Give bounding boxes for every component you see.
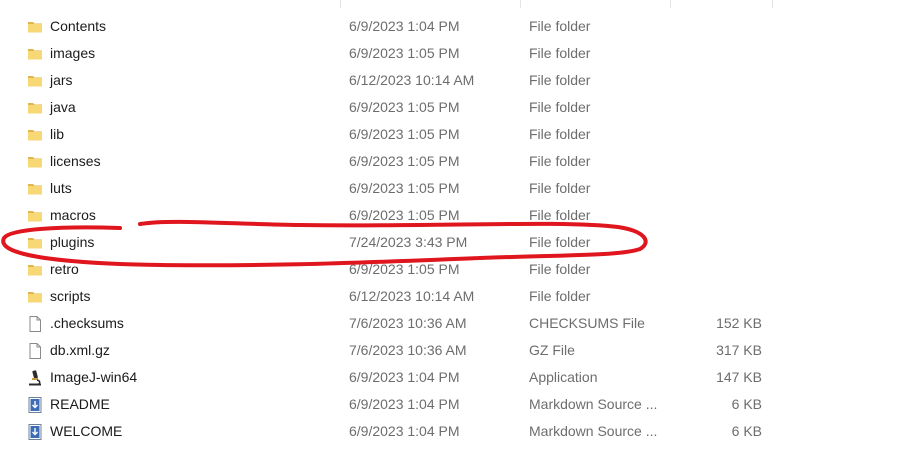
file-type: CHECKSUMS File: [529, 315, 645, 331]
file-date-modified: 6/9/2023 1:05 PM: [349, 126, 460, 142]
file-row[interactable]: java 6/9/2023 1:05 PM File folder: [0, 94, 900, 121]
file-type: File folder: [529, 288, 591, 304]
file-row[interactable]: db.xml.gz 7/6/2023 10:36 AM GZ File 317 KB: [0, 337, 900, 364]
file-icon: [26, 315, 44, 333]
file-date-modified: 6/9/2023 1:05 PM: [349, 207, 460, 223]
file-row[interactable]: macros 6/9/2023 1:05 PM File folder: [0, 202, 900, 229]
folder-icon: [26, 261, 44, 279]
file-type: Application: [529, 369, 598, 385]
folder-icon: [26, 288, 44, 306]
file-name: WELCOME: [50, 423, 123, 439]
file-type: File folder: [529, 234, 591, 250]
microscope-icon: [26, 369, 44, 387]
folder-icon: [26, 18, 44, 36]
file-row[interactable]: ImageJ-win64 6/9/2023 1:04 PM Application 1…: [0, 364, 900, 391]
file-type: File folder: [529, 153, 591, 169]
file-type: File folder: [529, 261, 591, 277]
file-type: File folder: [529, 126, 591, 142]
file-name: plugins: [50, 234, 95, 250]
file-date-modified: 6/9/2023 1:05 PM: [349, 45, 460, 61]
file-type: Markdown Source ...: [529, 423, 658, 439]
file-type: File folder: [529, 180, 591, 196]
file-date-modified: 6/9/2023 1:04 PM: [349, 423, 460, 439]
file-type: Markdown Source ...: [529, 396, 658, 412]
file-date-modified: 6/9/2023 1:04 PM: [349, 18, 460, 34]
column-separator-date: [340, 0, 341, 8]
file-type: File folder: [529, 72, 591, 88]
folder-icon: [26, 72, 44, 90]
file-name: scripts: [50, 288, 91, 304]
file-type: File folder: [529, 207, 591, 223]
file-icon: [26, 342, 44, 360]
column-separator-size: [670, 0, 671, 8]
folder-icon: [26, 153, 44, 171]
folder-icon: [26, 180, 44, 198]
file-row[interactable]: WELCOME 6/9/2023 1:04 PM Markdown Source .…: [0, 418, 900, 445]
file-date-modified: 6/12/2023 10:14 AM: [349, 288, 475, 304]
file-row[interactable]: scripts 6/12/2023 10:14 AM File folder: [0, 283, 900, 310]
column-separator-end: [772, 0, 773, 8]
file-date-modified: 7/6/2023 10:36 AM: [349, 315, 467, 331]
file-name: jars: [50, 72, 73, 88]
file-row[interactable]: licenses 6/9/2023 1:05 PM File folder: [0, 148, 900, 175]
file-row[interactable]: lib 6/9/2023 1:05 PM File folder: [0, 121, 900, 148]
file-row[interactable]: jars 6/12/2023 10:14 AM File folder: [0, 67, 900, 94]
file-name: .checksums: [50, 315, 124, 331]
file-date-modified: 6/9/2023 1:05 PM: [349, 153, 460, 169]
file-size: 6 KB: [731, 396, 762, 412]
file-name: README: [50, 396, 110, 412]
file-size: 317 KB: [716, 342, 762, 358]
file-name: macros: [50, 207, 96, 223]
file-date-modified: 6/12/2023 10:14 AM: [349, 72, 475, 88]
file-row[interactable]: README 6/9/2023 1:04 PM Markdown Source ..…: [0, 391, 900, 418]
folder-icon: [26, 126, 44, 144]
file-date-modified: 7/24/2023 3:43 PM: [349, 234, 468, 250]
file-type: File folder: [529, 45, 591, 61]
file-name: db.xml.gz: [50, 342, 110, 358]
file-name: Contents: [50, 18, 107, 34]
file-date-modified: 6/9/2023 1:04 PM: [349, 396, 460, 412]
column-separator-type: [520, 0, 521, 8]
file-name: luts: [50, 180, 72, 196]
file-date-modified: 6/9/2023 1:05 PM: [349, 180, 460, 196]
file-name: ImageJ-win64: [50, 369, 138, 385]
file-type: File folder: [529, 18, 591, 34]
file-date-modified: 6/9/2023 1:04 PM: [349, 369, 460, 385]
file-row[interactable]: luts 6/9/2023 1:05 PM File folder: [0, 175, 900, 202]
file-date-modified: 6/9/2023 1:05 PM: [349, 261, 460, 277]
markdown-file-icon: [26, 423, 44, 441]
folder-icon: [26, 45, 44, 63]
folder-icon: [26, 207, 44, 225]
file-name: lib: [50, 126, 65, 142]
file-date-modified: 6/9/2023 1:05 PM: [349, 99, 460, 115]
folder-icon: [26, 234, 44, 252]
file-name: retro: [50, 261, 79, 277]
markdown-file-icon: [26, 396, 44, 414]
file-row[interactable]: .checksums 7/6/2023 10:36 AM CHECKSUMS Fil…: [0, 310, 900, 337]
file-name: java: [50, 99, 76, 115]
file-type: GZ File: [529, 342, 575, 358]
file-size: 147 KB: [716, 369, 762, 385]
folder-icon: [26, 99, 44, 117]
file-row[interactable]: plugins 7/24/2023 3:43 PM File folder: [0, 229, 900, 256]
file-row[interactable]: images 6/9/2023 1:05 PM File folder: [0, 40, 900, 67]
file-name: licenses: [50, 153, 101, 169]
file-row[interactable]: Contents 6/9/2023 1:04 PM File folder: [0, 13, 900, 40]
file-size: 6 KB: [731, 423, 762, 439]
file-size: 152 KB: [716, 315, 762, 331]
file-row[interactable]: retro 6/9/2023 1:05 PM File folder: [0, 256, 900, 283]
file-type: File folder: [529, 99, 591, 115]
file-date-modified: 7/6/2023 10:36 AM: [349, 342, 467, 358]
file-name: images: [50, 45, 96, 61]
